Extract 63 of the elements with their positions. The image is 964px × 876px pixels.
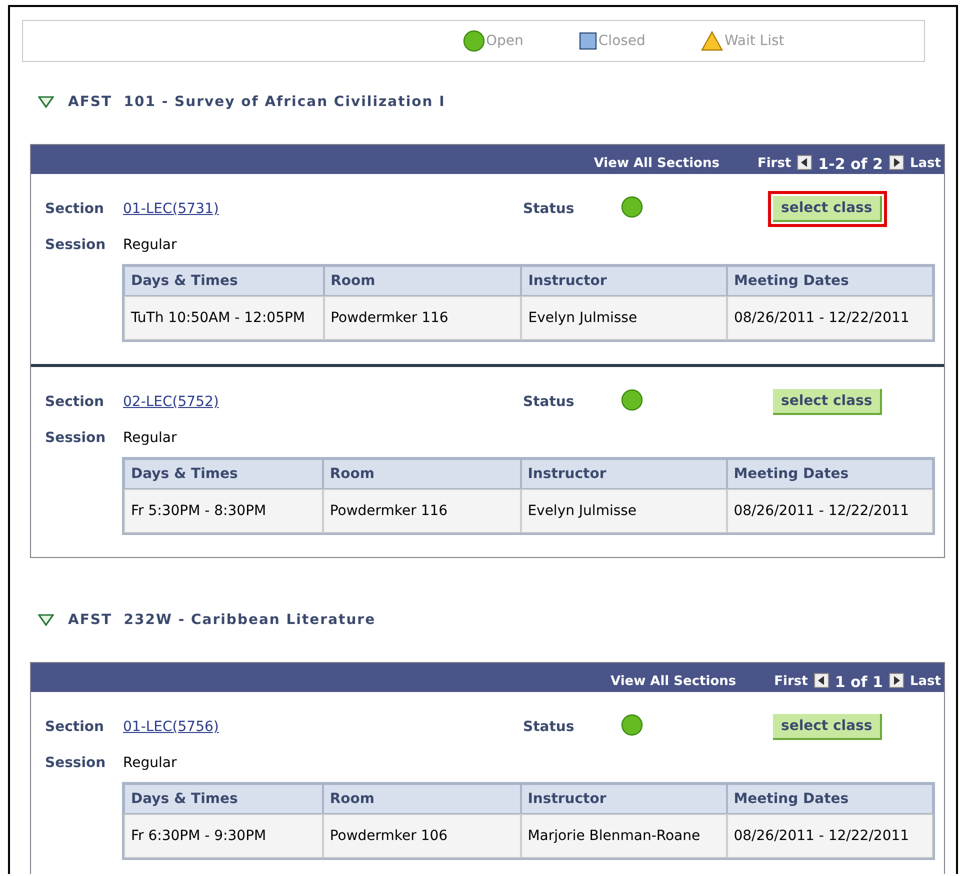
section-label: Section (45, 394, 105, 410)
last-link[interactable]: Last (910, 156, 941, 173)
circle-icon (463, 30, 485, 52)
page-range: 1-2 of 2 (818, 155, 883, 173)
session-label: Session (45, 430, 107, 446)
section-label: Section (45, 201, 105, 217)
table-cell: Marjorie Blenman-Roane (520, 814, 727, 858)
column-header: Meeting Dates (726, 459, 933, 489)
view-all-link[interactable]: View All Sections (594, 156, 720, 173)
column-header: Room (322, 784, 521, 814)
first-link[interactable]: First (774, 674, 808, 691)
legend-label: Open (486, 33, 524, 49)
table-cell: Powdermker 116 (322, 489, 521, 533)
status-dot (621, 714, 643, 736)
course-title: AFST 232W - Caribbean Literature (68, 612, 376, 628)
table-cell: TuTh 10:50AM - 12:05PM (124, 296, 324, 340)
column-header: Room (322, 459, 521, 489)
section-label: Section (45, 719, 105, 735)
section-link[interactable]: 01-LEC(5731) (123, 201, 523, 217)
select-class-button[interactable]: select class (773, 389, 882, 415)
status-dot (621, 389, 643, 411)
square-icon (579, 32, 598, 50)
column-header: Days & Times (124, 459, 323, 489)
triangle-icon (701, 31, 724, 51)
table-cell: Fr 6:30PM - 9:30PM (124, 814, 323, 858)
table-cell: 08/26/2011 - 12/22/2011 (726, 814, 933, 858)
session-value: Regular (123, 755, 177, 771)
session-value: Regular (123, 430, 177, 446)
column-header: Instructor (520, 459, 727, 489)
table-cell: Powdermker 116 (324, 296, 522, 340)
table-cell: Powdermker 106 (322, 814, 521, 858)
session-value: Regular (123, 237, 177, 253)
column-header: Room (324, 266, 522, 296)
session-label: Session (45, 755, 107, 771)
select-class-button[interactable]: select class (773, 196, 882, 222)
status-label: Status (523, 394, 576, 410)
view-all-link[interactable]: View All Sections (610, 674, 736, 691)
triangle-icon[interactable] (38, 614, 54, 626)
table-cell: 08/26/2011 - 12/22/2011 (726, 489, 933, 533)
column-header: Meeting Dates (726, 784, 933, 814)
select-class-button[interactable]: select class (773, 714, 882, 740)
session-label: Session (45, 237, 107, 253)
triangle-icon[interactable] (38, 96, 54, 108)
column-header: Days & Times (124, 266, 324, 296)
legend-label: Wait List (724, 33, 784, 49)
status-label: Status (523, 719, 576, 735)
legend-label: Closed (598, 33, 646, 49)
column-header: Days & Times (124, 784, 323, 814)
section-link[interactable]: 01-LEC(5756) (123, 719, 523, 735)
status-dot (621, 196, 643, 218)
table-cell: Fr 5:30PM - 8:30PM (124, 489, 323, 533)
table-cell: Evelyn Julmisse (521, 296, 727, 340)
column-header: Meeting Dates (726, 266, 933, 296)
column-header: Instructor (520, 784, 727, 814)
status-label: Status (523, 201, 576, 217)
last-link[interactable]: Last (910, 674, 941, 691)
page-range: 1 of 1 (834, 673, 883, 691)
table-cell: 08/26/2011 - 12/22/2011 (726, 296, 933, 340)
column-header: Instructor (521, 266, 727, 296)
table-cell: Evelyn Julmisse (520, 489, 727, 533)
section-link[interactable]: 02-LEC(5752) (123, 394, 523, 410)
course-title: AFST 101 - Survey of African Civilization I (68, 94, 446, 110)
first-link[interactable]: First (757, 156, 792, 173)
